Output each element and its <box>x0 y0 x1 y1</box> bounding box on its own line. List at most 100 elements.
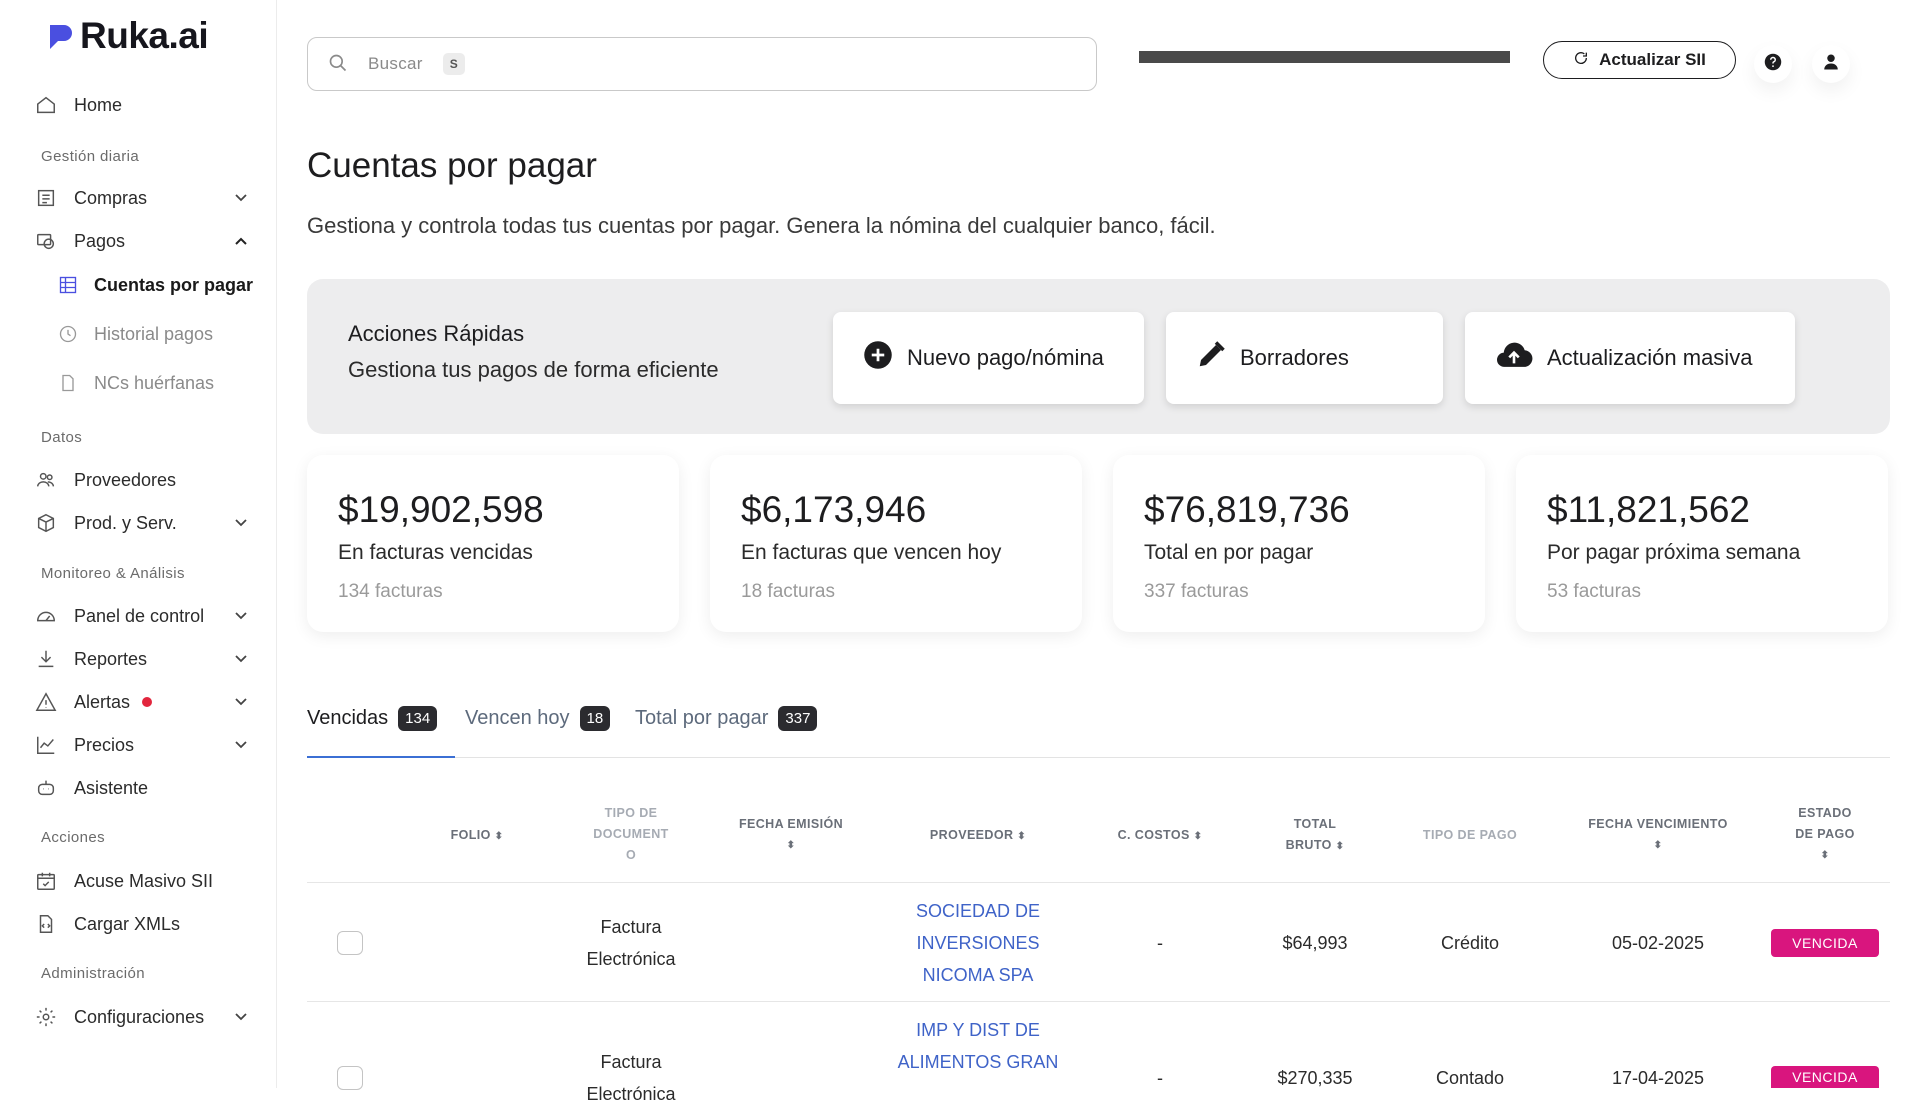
plus-circle-icon <box>863 340 893 376</box>
sort-icon: ⬍ <box>1335 841 1345 852</box>
column-header-label: PROVEEDOR <box>929 828 1014 842</box>
sidebar-item-cargar-xmls[interactable]: Cargar XMLs <box>34 907 250 941</box>
user-icon <box>1822 53 1840 76</box>
redacted-company-name <box>1139 51 1510 63</box>
update-sii-label: Actualizar SII <box>1599 50 1706 69</box>
sidebar-item-configuraciones[interactable]: Configuraciones <box>34 1000 250 1034</box>
stat-card-vencidas[interactable]: $19,902,598 En facturas vencidas 134 fac… <box>307 455 679 632</box>
sidebar-item-asistente[interactable]: Asistente <box>34 771 250 805</box>
cell-tipo-pago: Crédito <box>1440 933 1500 953</box>
sort-icon: ⬍ <box>1653 840 1663 851</box>
sidebar-item-precios[interactable]: Precios <box>34 728 250 762</box>
gauge-icon <box>34 604 58 628</box>
cell-c-costos: - <box>1157 1068 1163 1088</box>
tab-count-badge: 18 <box>579 706 611 731</box>
sidebar-item-cuentas-por-pagar[interactable]: Cuentas por pagar <box>56 268 256 302</box>
table-header-divider <box>307 882 1890 883</box>
sidebar-item-compras[interactable]: Compras <box>34 181 250 215</box>
chevron-down-icon <box>232 514 250 532</box>
section-monitoreo: Monitoreo & Análisis <box>41 565 185 582</box>
box-icon <box>34 511 58 535</box>
column-header-label: O <box>625 848 637 862</box>
stat-count: 18 facturas <box>741 581 835 602</box>
sidebar-item-label: Proveedores <box>74 469 177 490</box>
notification-dot <box>142 697 153 707</box>
cell-text: Factura <box>600 1052 662 1072</box>
chevron-up-icon <box>232 232 250 250</box>
cell-proveedor-link[interactable]: SOCIEDAD DE INVERSIONES NICOMA SPA <box>888 895 1068 991</box>
sidebar-item-acuse-masivo[interactable]: Acuse Masivo SII <box>34 864 250 898</box>
sidebar-item-pagos[interactable]: Pagos <box>34 224 250 258</box>
column-header-fecha-emision[interactable]: FECHA EMISIÓN ⬍ <box>726 814 856 856</box>
cell-text: Electrónica <box>586 949 676 969</box>
sidebar-item-alertas[interactable]: Alertas <box>34 685 250 719</box>
sidebar-item-label: Panel de control <box>74 605 205 626</box>
sort-icon: ⬍ <box>494 831 504 842</box>
sort-icon: ⬍ <box>786 840 796 851</box>
help-button[interactable] <box>1754 45 1792 83</box>
search-icon <box>328 53 350 75</box>
column-header-tipo-pago: TIPO DE PAGO <box>1422 828 1518 842</box>
quick-actions-title: Acciones Rápidas <box>348 321 525 346</box>
column-header-label: FOLIO <box>450 828 491 842</box>
column-header-folio[interactable]: FOLIO ⬍ <box>430 825 524 847</box>
active-tab-indicator <box>307 756 455 758</box>
column-header-estado-pago[interactable]: ESTADO DE PAGO ⬍ <box>1775 803 1875 866</box>
cell-fecha-vencimiento: 17-04-2025 <box>1611 1068 1705 1088</box>
cell-tipo-documento: Factura Electrónica <box>555 911 707 975</box>
drafts-button[interactable]: Borradores <box>1166 312 1443 404</box>
sidebar-item-label: Cargar XMLs <box>74 913 181 934</box>
sort-icon: ⬍ <box>1193 831 1203 842</box>
column-header-total-bruto[interactable]: TOTAL BRUTO ⬍ <box>1270 814 1360 857</box>
sidebar-item-panel-de-control[interactable]: Panel de control <box>34 599 250 633</box>
column-header-label: FECHA VENCIMIENTO <box>1588 817 1728 831</box>
section-acciones: Acciones <box>41 829 106 846</box>
column-header-fecha-vencimiento[interactable]: FECHA VENCIMIENTO ⬍ <box>1580 814 1736 856</box>
update-sii-button[interactable]: Actualizar SII <box>1543 41 1736 79</box>
chevron-down-icon <box>232 693 250 711</box>
refresh-icon <box>1573 50 1589 71</box>
column-header-c-costos[interactable]: C. COSTOS ⬍ <box>1100 825 1220 847</box>
section-administracion: Administración <box>41 965 145 982</box>
cell-total-bruto: $64,993 <box>1282 933 1348 953</box>
cell-proveedor-link[interactable]: IMP Y DIST DE ALIMENTOS GRAN <box>888 1014 1068 1078</box>
column-header-label: TIPO DE <box>604 806 658 820</box>
column-header-label: FECHA EMISIÓN <box>738 817 844 831</box>
sidebar-item-prod-serv[interactable]: Prod. y Serv. <box>34 506 250 540</box>
sidebar-item-home[interactable]: Home <box>34 88 250 122</box>
tab-vencidas[interactable]: Vencidas 134 <box>307 706 438 731</box>
bulk-update-button[interactable]: Actualización masiva <box>1465 312 1795 404</box>
chevron-down-icon <box>232 736 250 754</box>
search-placeholder: Buscar <box>368 54 423 73</box>
column-header-proveedor[interactable]: PROVEEDOR ⬍ <box>912 825 1044 847</box>
new-payment-button[interactable]: Nuevo pago/nómina <box>833 312 1144 404</box>
row-checkbox[interactable] <box>337 1066 363 1090</box>
warning-icon <box>34 690 58 714</box>
sidebar-item-historial-pagos[interactable]: Historial pagos <box>56 317 256 351</box>
search-input[interactable]: Buscar S <box>307 37 1097 91</box>
row-checkbox[interactable] <box>337 931 363 955</box>
stat-card-total[interactable]: $76,819,736 Total en por pagar 337 factu… <box>1113 455 1485 632</box>
column-header-label: TOTAL <box>1293 817 1337 831</box>
sort-icon: ⬍ <box>1820 850 1830 861</box>
sidebar-item-label: Asistente <box>74 777 149 798</box>
user-menu-button[interactable] <box>1812 45 1850 83</box>
sidebar-item-ncs-huerfanas[interactable]: NCs huérfanas <box>56 366 256 400</box>
logo-mark-icon <box>46 21 76 51</box>
tab-vencen-hoy[interactable]: Vencen hoy 18 <box>465 706 611 731</box>
tab-count-badge: 134 <box>398 706 438 731</box>
sidebar-item-proveedores[interactable]: Proveedores <box>34 463 250 497</box>
sidebar-item-label: Pagos <box>74 230 126 251</box>
stat-card-proxima-semana[interactable]: $11,821,562 Por pagar próxima semana 53 … <box>1516 455 1888 632</box>
tab-total-por-pagar[interactable]: Total por pagar 337 <box>635 706 818 731</box>
section-datos: Datos <box>41 429 83 446</box>
brand-logo[interactable]: Ruka.ai <box>46 17 209 54</box>
stat-amount: $6,173,946 <box>741 489 927 530</box>
sidebar-item-reportes[interactable]: Reportes <box>34 642 250 676</box>
cell-text: Factura <box>600 917 662 937</box>
stat-amount: $19,902,598 <box>338 489 544 530</box>
column-header-label: BRUTO <box>1285 838 1332 852</box>
tab-label: Vencen hoy <box>465 707 570 729</box>
cell-text: ALIMENTOS GRAN <box>897 1052 1059 1072</box>
stat-card-vencen-hoy[interactable]: $6,173,946 En facturas que vencen hoy 18… <box>710 455 1082 632</box>
